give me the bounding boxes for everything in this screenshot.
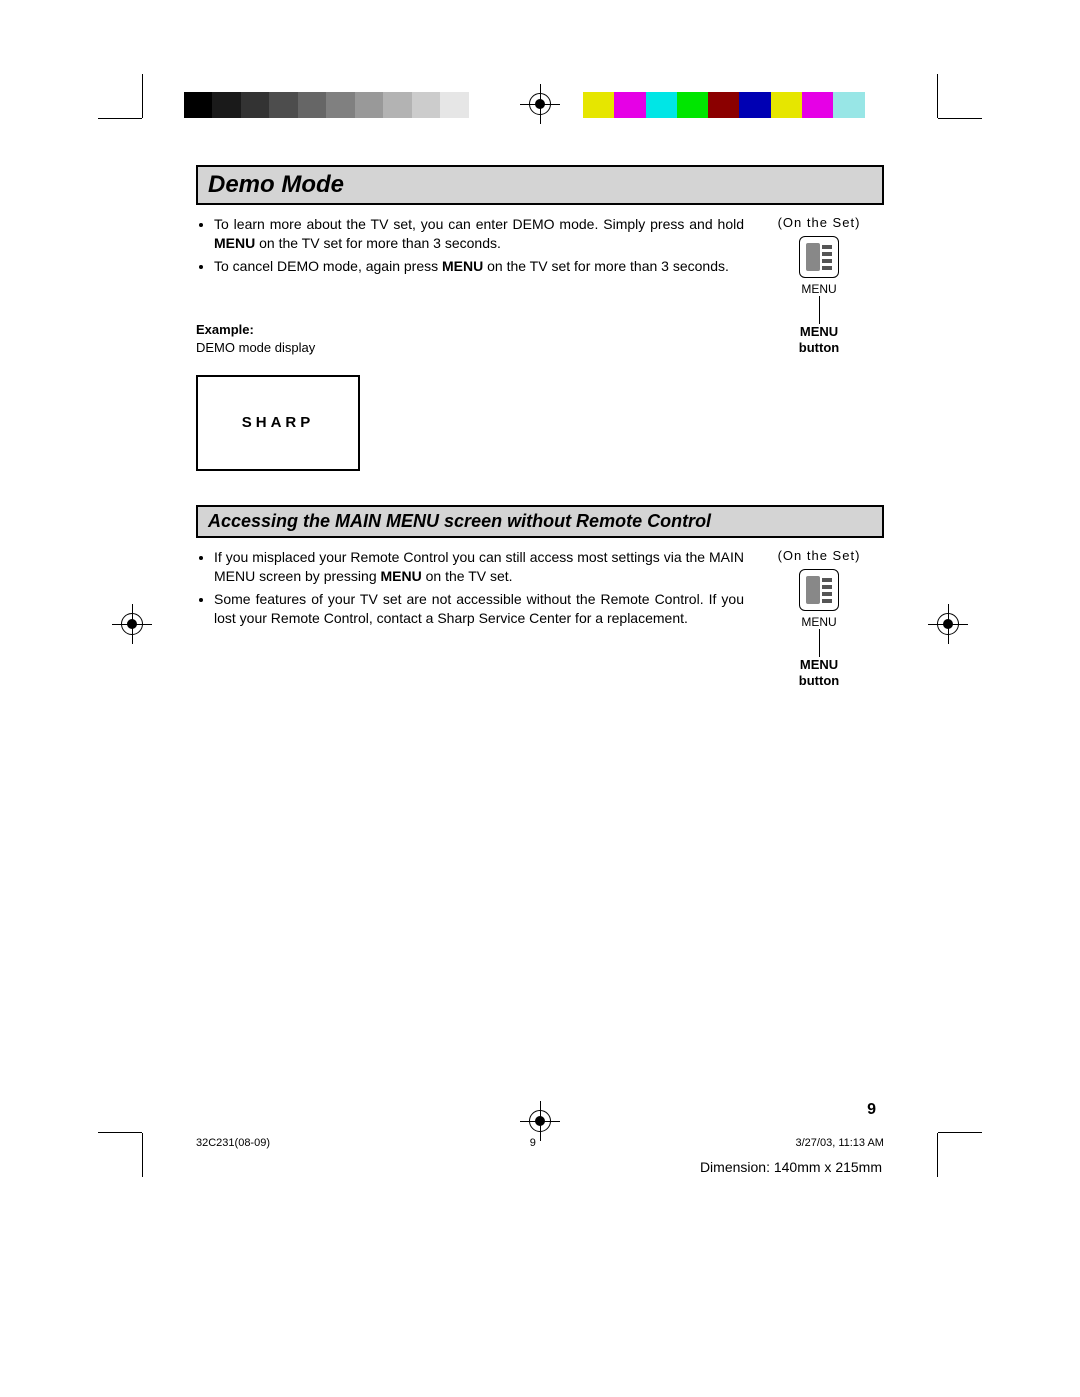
crop-mark: [142, 1133, 143, 1177]
text-bold: button: [799, 340, 839, 355]
text-bold: MENU: [381, 568, 422, 584]
menu-button-label: MENU button: [754, 324, 884, 355]
section2-body: If you misplaced your Remote Control you…: [196, 548, 754, 688]
tv-button-diagram: (On the Set) MENU MENU button: [754, 215, 884, 471]
bullet-item: Some features of your TV set are not acc…: [214, 590, 744, 628]
registration-mark-icon: [934, 610, 962, 638]
menu-button-label: MENU button: [754, 657, 884, 688]
connector-line: [819, 629, 820, 657]
text-bold: MENU: [214, 235, 255, 251]
text: on the TV set for more than 3 seconds.: [483, 258, 729, 274]
tv-button-diagram: (On the Set) MENU MENU button: [754, 548, 884, 688]
text-bold: MENU: [800, 324, 838, 339]
crop-mark: [937, 1133, 938, 1177]
tv-set-icon: [799, 569, 839, 611]
section-heading-mainmenu: Accessing the MAIN MENU screen without R…: [196, 505, 884, 538]
footer-timestamp: 3/27/03, 11:13 AM: [796, 1137, 884, 1149]
text-bold: MENU: [442, 258, 483, 274]
crop-mark: [938, 118, 982, 119]
section1-body: To learn more about the TV set, you can …: [196, 215, 754, 471]
menu-under-label: MENU: [754, 615, 884, 629]
registration-mark-icon: [118, 610, 146, 638]
footer-info: 32C231(08-09) 9 3/27/03, 11:13 AM: [196, 1137, 884, 1149]
tv-set-icon: [799, 236, 839, 278]
crop-mark: [937, 74, 938, 118]
text: on the TV set for more than 3 seconds.: [255, 235, 501, 251]
bullet-item: If you misplaced your Remote Control you…: [214, 548, 744, 586]
crop-mark: [142, 74, 143, 118]
crop-mark: [938, 1132, 982, 1133]
manual-page: Demo Mode To learn more about the TV set…: [196, 165, 884, 1125]
text-bold: button: [799, 673, 839, 688]
registration-mark-icon: [526, 90, 554, 118]
dimension-note: Dimension: 140mm x 215mm: [700, 1159, 882, 1175]
bullet-item: To learn more about the TV set, you can …: [214, 215, 744, 253]
on-set-label: (On the Set): [754, 548, 884, 563]
example-desc: DEMO mode display: [196, 340, 315, 355]
on-set-label: (On the Set): [754, 215, 884, 230]
crop-mark: [98, 118, 142, 119]
doc-id: 32C231(08-09): [196, 1137, 270, 1149]
section-heading-demo: Demo Mode: [196, 165, 884, 205]
footer-page: 9: [530, 1137, 536, 1149]
bullet-item: To cancel DEMO mode, again press MENU on…: [214, 257, 744, 276]
text: To cancel DEMO mode, again press: [214, 258, 442, 274]
connector-line: [819, 296, 820, 324]
text: on the TV set.: [422, 568, 513, 584]
text: To learn more about the TV set, you can …: [214, 216, 744, 232]
crop-mark: [98, 1132, 142, 1133]
sharp-logo-text: SHARP: [242, 413, 315, 433]
text-bold: MENU: [800, 657, 838, 672]
example-label: Example:: [196, 321, 744, 339]
sharp-logo-box: SHARP: [196, 375, 360, 471]
page-number: 9: [867, 1101, 876, 1119]
menu-under-label: MENU: [754, 282, 884, 296]
